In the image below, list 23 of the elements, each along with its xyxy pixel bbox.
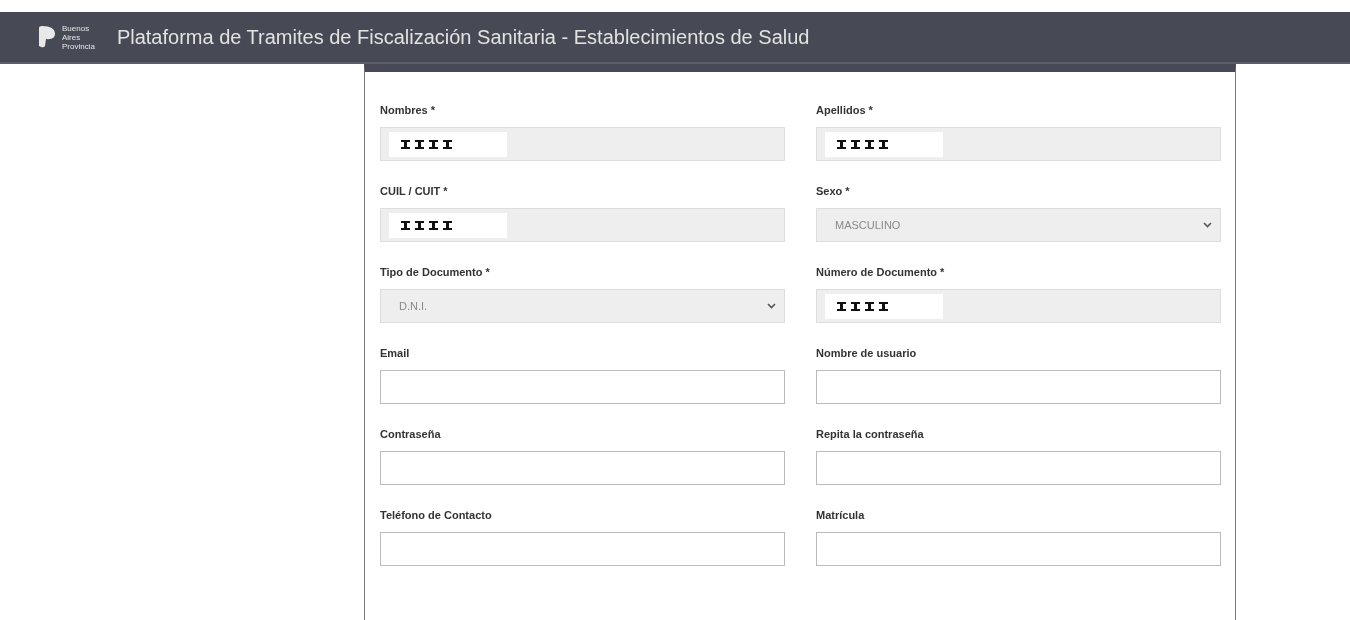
field-label: Teléfono de Contacto <box>380 509 493 523</box>
field-label: Contraseña <box>380 428 442 442</box>
logo-text: Buenos Aires Provincia <box>62 23 95 51</box>
input-field[interactable] <box>816 370 1221 404</box>
field-label: Repita la contraseña <box>816 428 925 442</box>
chevron-down-icon <box>1203 222 1212 228</box>
field-label: Apellidos * <box>816 104 874 118</box>
field-label: Nombre de usuario <box>816 347 918 361</box>
input-field[interactable] <box>380 451 785 485</box>
logo-icon <box>38 26 56 48</box>
chevron-down-icon <box>767 303 776 309</box>
field-label: Sexo * <box>816 185 851 199</box>
field-label: Nombres * <box>380 104 437 118</box>
field-label: Matrícula <box>816 509 866 523</box>
field-label: Tipo de Documento * <box>380 266 491 280</box>
input-field[interactable] <box>816 451 1221 485</box>
field-label: CUIL / CUIT * <box>380 185 449 199</box>
input-field[interactable] <box>816 532 1221 566</box>
field-label: Email <box>380 347 411 361</box>
field-label: Número de Documento * <box>816 266 946 280</box>
page-title: Plataforma de Tramites de Fiscalización Sanitaria - Establecimientos de Salud <box>116 25 810 49</box>
input-field[interactable] <box>380 532 785 566</box>
input-field[interactable] <box>380 370 785 404</box>
